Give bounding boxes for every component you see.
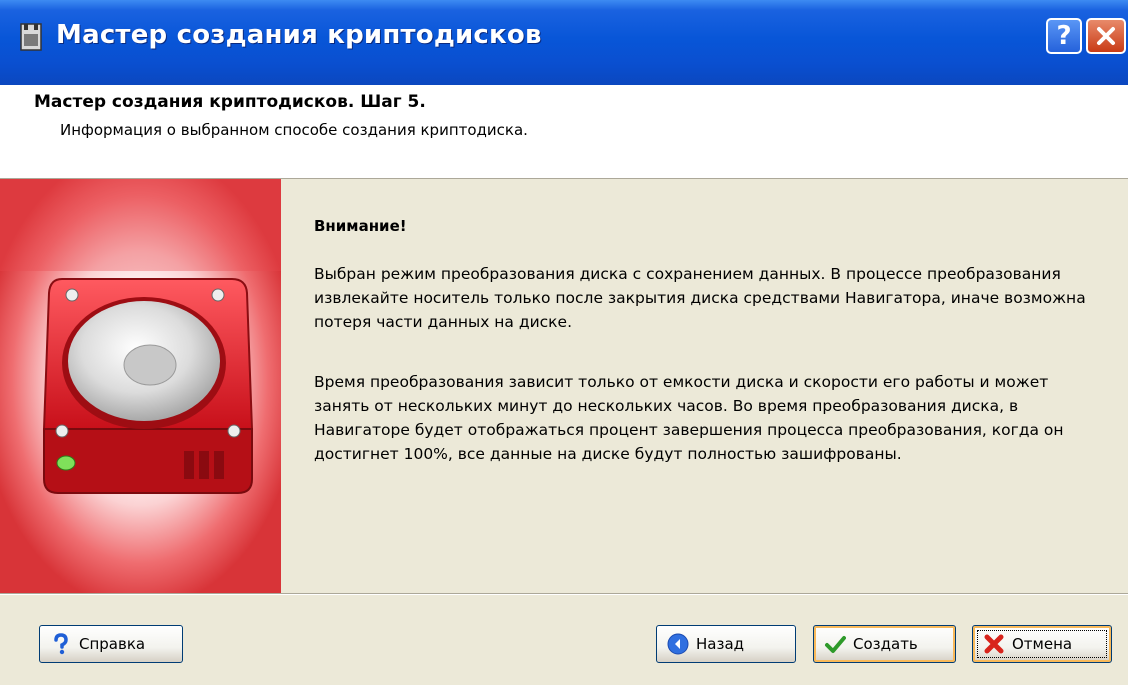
red-hard-disk-icon <box>0 179 281 494</box>
window-title: Мастер создания криптодисков <box>56 20 542 50</box>
info-paragraph-1: Выбран режим преобразования диска с сохр… <box>314 265 1086 331</box>
app-window-icon <box>20 23 42 51</box>
help-button-label: Справка <box>79 635 146 653</box>
help-question-icon <box>54 633 68 655</box>
close-icon <box>1097 27 1115 45</box>
title-bar[interactable]: Мастер создания криптодисков ? <box>0 0 1128 86</box>
cancel-button-label: Отмена <box>1012 635 1073 653</box>
create-button[interactable]: Создать <box>813 625 956 663</box>
wizard-side-image <box>0 179 281 593</box>
step-subtitle: Информация о выбранном способе создания … <box>60 121 528 139</box>
green-check-icon <box>825 636 846 653</box>
info-paragraph-2: Время преобразования зависит только от е… <box>314 373 1064 463</box>
back-arrow-icon <box>667 633 689 655</box>
red-x-icon <box>984 634 1004 654</box>
warning-heading: Внимание! <box>314 217 407 235</box>
create-button-label: Создать <box>853 635 918 653</box>
titlebar-close-button[interactable] <box>1086 18 1126 54</box>
back-button[interactable]: Назад <box>656 625 796 663</box>
cancel-button[interactable]: Отмена <box>972 625 1112 663</box>
wizard-window: Мастер создания криптодисков ? Мастер со… <box>0 0 1128 685</box>
footer-divider <box>0 593 1128 595</box>
titlebar-help-button[interactable]: ? <box>1046 18 1082 54</box>
step-title: Мастер создания криптодисков. Шаг 5. <box>34 92 426 112</box>
help-button[interactable]: Справка <box>39 625 183 663</box>
back-button-label: Назад <box>696 635 745 653</box>
